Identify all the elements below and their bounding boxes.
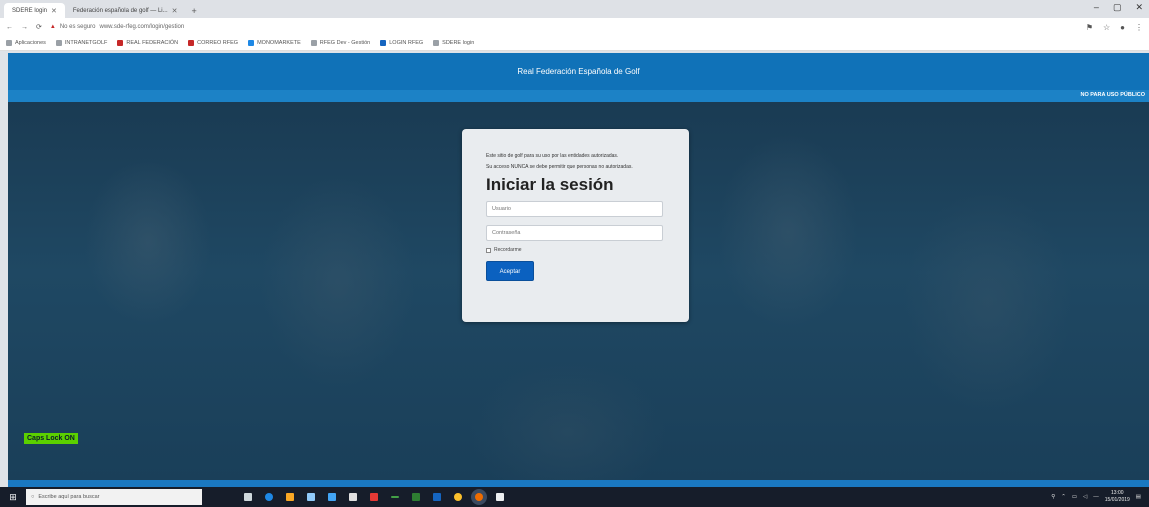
close-tab-icon[interactable]: ✕ [51,7,57,15]
volume-icon[interactable]: ◁ [1083,494,1087,500]
menu-icon[interactable]: ⋮ [1135,23,1143,32]
taskbar: ⊞ ○ Escribe aquí para buscar ⚲ ⌃ ▭ ◁ — 1… [0,487,1149,507]
public-use-notice: NO PARA USO PÚBLICO [1080,92,1145,98]
browser-tab-bar: SDERE login ✕ Federación española de gol… [0,0,1149,18]
page-icon [55,40,62,46]
address-right-icons: ⚑ ☆ ● ⋮ [1086,23,1143,32]
search-placeholder: Escribe aquí para buscar [38,494,100,500]
close-window-button[interactable]: ✕ [1135,2,1143,13]
search-icon: ○ [31,494,35,500]
bookmark-item[interactable]: LOGIN RFEG [380,40,423,46]
bookmark-item[interactable]: REAL FEDERACIÓN [117,40,178,46]
network-icon[interactable]: ▭ [1072,494,1077,500]
tab-sdere-login[interactable]: SDERE login ✕ [4,3,65,18]
mail-icon [188,40,195,46]
clock-date: 15/01/2019 [1104,497,1130,503]
bookmark-label: REAL FEDERACIÓN [126,40,179,46]
bookmark-label: LOGIN RFEG [389,40,424,46]
extension-icon[interactable]: ⚑ [1086,23,1093,32]
file-explorer-icon[interactable] [286,493,294,501]
password-field[interactable] [486,225,663,241]
tab-federacion[interactable]: Federación española de golf — Li... ✕ [65,3,186,18]
bookmark-label: CORREO RFEG [197,40,239,46]
capslock-indicator: Caps Lock ON [24,433,78,444]
mail-icon[interactable] [328,493,336,501]
bookmark-item[interactable]: CORREO RFEG [188,40,238,46]
bookmark-item[interactable]: RFEG Dev - Gestión [310,40,371,46]
bookmark-label: Aplicaciones [15,40,46,46]
back-icon[interactable]: ← [6,24,13,31]
onedrive-icon[interactable] [349,493,357,501]
login-intro-2: Su acceso NUNCA se debe permitir que per… [486,164,633,170]
task-view-icon[interactable] [244,493,252,501]
login-heading: Iniciar la sesión [486,175,614,194]
tab-label: SDERE login [12,7,48,14]
market-icon [248,40,255,46]
system-tray: ⚲ ⌃ ▭ ◁ — 13:00 15/01/2019 ▤ [1051,490,1149,504]
taskbar-apps [244,493,504,501]
bookmark-label: INTRANETGOLF [64,40,108,46]
flag-icon [117,40,124,46]
new-tab-button[interactable]: + [186,3,203,18]
login-intro-1: Este sitio de golf para su uso por las e… [486,153,619,159]
edge-icon[interactable] [265,493,273,501]
close-tab-icon[interactable]: ✕ [172,7,178,15]
username-field[interactable] [486,201,663,217]
bookmark-label: MONOMARKETE [257,40,301,46]
bookmark-item[interactable]: Aplicaciones [6,40,46,46]
clock-time: 13:00 [1111,490,1124,496]
site-header: Real Federación Española de Golf [8,53,1149,90]
dash-icon[interactable] [391,496,399,498]
reload-icon[interactable]: ⟳ [36,23,42,31]
taskbar-search[interactable]: ○ Escribe aquí para buscar [26,489,202,505]
bookmark-label: RFEG Dev - Gestión [319,40,371,46]
window-controls: – ▢ ✕ [1094,2,1143,13]
store-icon[interactable] [307,493,315,501]
page-icon [433,40,440,46]
tray-chevron-icon[interactable]: ⌃ [1061,494,1066,500]
address-bar[interactable]: ▲ No es seguro www.sde-rfeg.com/login/ge… [50,24,184,30]
warning-icon: ▲ [49,24,56,30]
remember-label: Recordarme [494,247,522,253]
bookmark-label: SDERE login [442,40,475,46]
clock[interactable]: 13:00 15/01/2019 [1105,490,1130,504]
url-warning: No es seguro [59,24,96,30]
chrome-active-icon[interactable] [475,493,483,501]
globe-icon [380,40,387,46]
remember-me[interactable]: Recordarme [486,247,665,253]
profile-icon[interactable]: ● [1120,23,1125,32]
powerpoint-icon[interactable] [370,493,378,501]
minimize-button[interactable]: – [1094,2,1099,13]
site-footer [8,480,1149,487]
remember-checkbox[interactable] [486,247,491,253]
forward-icon[interactable]: → [21,24,28,31]
notifications-icon[interactable]: ▤ [1136,494,1141,500]
window-icon[interactable] [496,493,504,501]
bookmark-item[interactable]: SDERE login [433,40,474,46]
chrome-icon[interactable] [454,493,462,501]
maximize-button[interactable]: ▢ [1113,2,1122,13]
bookmark-item[interactable]: MONOMARKETE [248,40,301,46]
submit-button[interactable]: Aceptar [486,261,534,281]
site-title: Real Federación Española de Golf [517,67,640,76]
login-panel: Este sitio de golf para su uso por las e… [462,129,689,322]
star-icon[interactable]: ☆ [1103,23,1110,32]
bookmarks-bar: Aplicaciones INTRANETGOLF REAL FEDERACIÓ… [0,36,1149,51]
word-icon[interactable] [433,493,441,501]
screen: SDERE login ✕ Federación española de gol… [0,0,1149,507]
windows-start-icon[interactable]: ⊞ [0,487,26,507]
people-icon[interactable]: ⚲ [1051,494,1055,500]
page-icon [310,40,317,46]
excel-icon[interactable] [412,493,420,501]
url-text: www.sde-rfeg.com/login/gestion [99,24,185,30]
apps-icon [6,40,12,46]
site-subheader: NO PARA USO PÚBLICO [8,90,1149,102]
tab-label: Federación española de golf — Li... [72,7,168,14]
language-icon[interactable]: — [1093,494,1099,500]
bookmark-item[interactable]: INTRANETGOLF [55,40,108,46]
address-row: ← → ⟳ ▲ No es seguro www.sde-rfeg.com/lo… [0,18,1149,36]
